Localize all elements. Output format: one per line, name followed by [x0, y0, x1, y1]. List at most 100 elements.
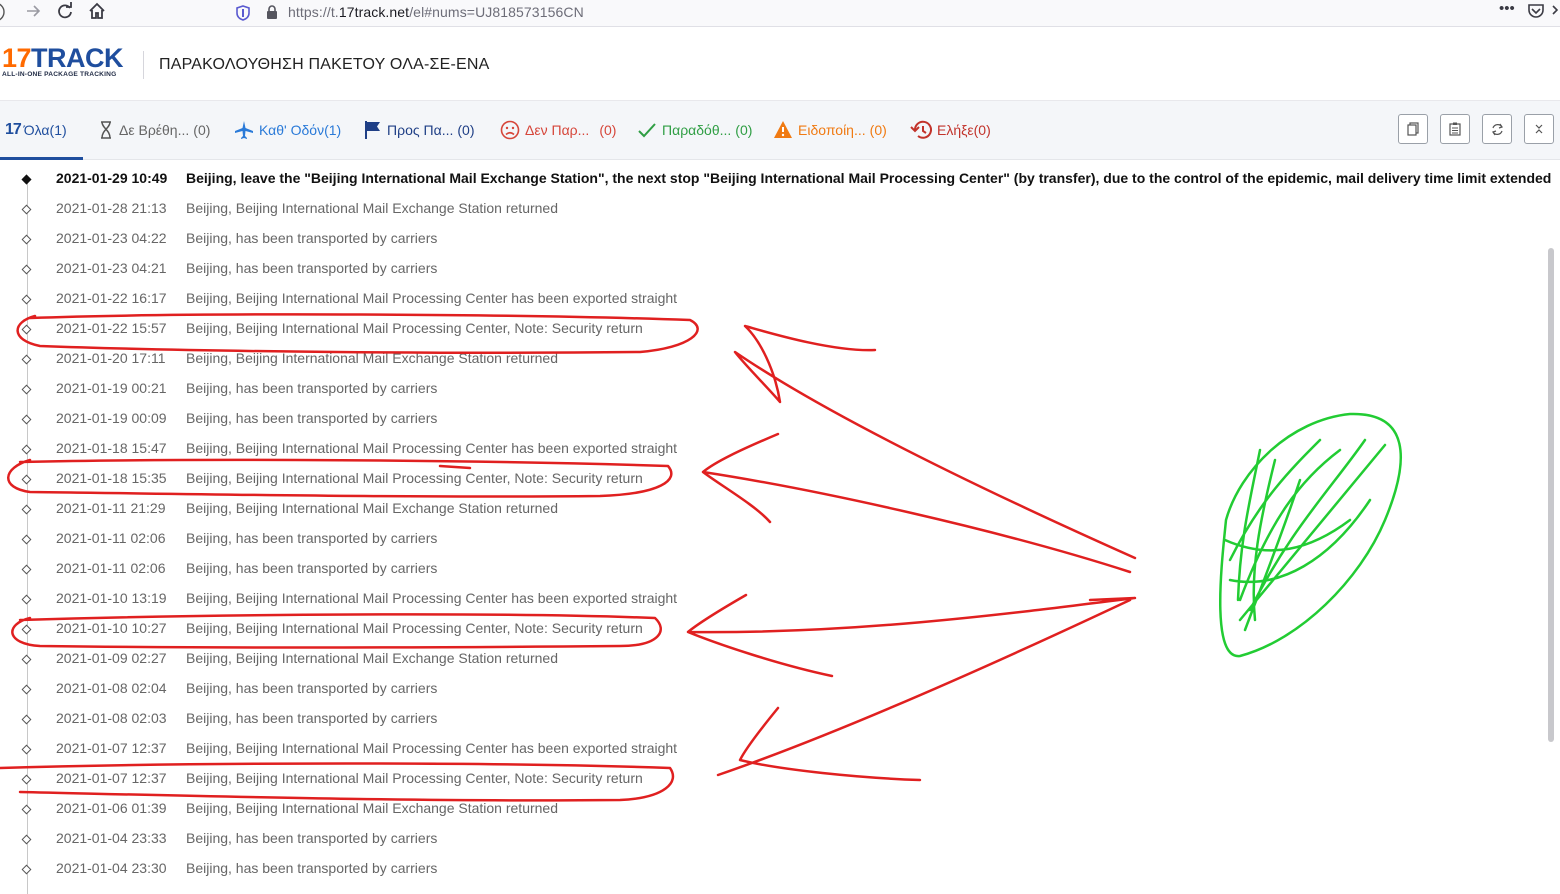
event-description: Beijing, has been transported by carrier… — [186, 560, 438, 576]
lock-icon[interactable] — [266, 5, 278, 20]
tab-alert[interactable]: Ειδοποίη... (0) — [773, 119, 887, 141]
timeline-dot-icon — [21, 354, 32, 365]
event-time: 2021-01-07 12:37 — [56, 770, 167, 786]
tab-expired[interactable]: Ελήξε (0) — [910, 119, 991, 141]
tab-not-found[interactable]: Δε Βρέθη... (0) — [98, 119, 210, 141]
scrollbar-thumb[interactable] — [1548, 248, 1554, 742]
tab-undelivered[interactable]: Δεν Παρ... (0) — [500, 119, 616, 141]
tab-in-transit[interactable]: Καθ' Οδόν (1) — [234, 119, 341, 141]
timeline-event: 2021-01-10 13:19 Beijing, Beijing Interna… — [0, 585, 1540, 615]
event-time: 2021-01-28 21:13 — [56, 200, 167, 216]
overflow-icon[interactable] — [1551, 2, 1560, 24]
event-description: Beijing, has been transported by carrier… — [186, 260, 438, 276]
app-header: 17TRACK ALL-IN-ONE PACKAGE TRACKING ΠΑΡΑ… — [0, 27, 1560, 101]
event-time: 2021-01-29 10:49 — [56, 170, 168, 186]
timeline-event: 2021-01-28 21:13 Beijing, Beijing Interna… — [0, 195, 1540, 225]
event-description: Beijing, has been transported by carrier… — [186, 830, 438, 846]
timeline-dot-icon — [21, 864, 32, 875]
browser-toolbar: https://t.17track.net/el#nums=UJ81857315… — [0, 0, 1560, 27]
timeline-event: 2021-01-06 01:39 Beijing, Beijing Interna… — [0, 795, 1540, 825]
reload-icon[interactable] — [54, 2, 76, 24]
event-time: 2021-01-19 00:09 — [56, 410, 167, 426]
pocket-icon[interactable] — [1527, 2, 1545, 24]
refresh-icon — [1491, 123, 1503, 135]
event-time: 2021-01-06 01:39 — [56, 800, 167, 816]
timeline-dot-icon — [21, 594, 32, 605]
collapse-button[interactable] — [1524, 114, 1554, 144]
event-description: Beijing, Beijing International Mail Exch… — [186, 350, 559, 366]
timeline-event: 2021-01-19 00:09 Beijing, has been transp… — [0, 405, 1540, 435]
event-time: 2021-01-04 23:30 — [56, 860, 167, 876]
address-bar[interactable]: https://t.17track.net/el#nums=UJ81857315… — [228, 0, 1488, 26]
event-description: Beijing, Beijing International Mail Proc… — [186, 320, 643, 336]
flag-icon — [365, 121, 380, 139]
event-time: 2021-01-07 12:37 — [56, 740, 167, 756]
paste-icon — [1449, 122, 1461, 136]
event-time: 2021-01-10 10:27 — [56, 620, 167, 636]
shield-icon[interactable] — [236, 5, 250, 21]
event-time: 2021-01-08 02:04 — [56, 680, 167, 696]
event-time: 2021-01-04 23:33 — [56, 830, 167, 846]
timeline-event: 2021-01-08 02:04 Beijing, has been transp… — [0, 675, 1540, 705]
timeline-dot-icon — [21, 324, 32, 335]
refresh-button[interactable] — [1482, 114, 1512, 144]
event-time: 2021-01-22 16:17 — [56, 290, 167, 306]
home-icon[interactable] — [86, 2, 108, 24]
timeline-event: 2021-01-20 17:11 Beijing, Beijing Interna… — [0, 345, 1540, 375]
event-time: 2021-01-19 00:21 — [56, 380, 167, 396]
event-description: Beijing, Beijing International Mail Proc… — [186, 770, 643, 786]
timeline-event: 2021-01-23 04:21 Beijing, has been transp… — [0, 255, 1540, 285]
event-time: 2021-01-10 13:19 — [56, 590, 167, 606]
timeline-dot-icon — [21, 204, 32, 215]
event-description: Beijing, has been transported by carrier… — [186, 530, 438, 546]
event-time: 2021-01-08 02:03 — [56, 710, 167, 726]
event-description: Beijing, Beijing International Mail Proc… — [186, 440, 678, 456]
timeline-event: 2021-01-19 00:21 Beijing, has been transp… — [0, 375, 1540, 405]
timeline-event: 2021-01-04 23:30 Beijing, has been transp… — [0, 855, 1540, 885]
event-time: 2021-01-09 02:27 — [56, 650, 167, 666]
timeline-dot-icon — [21, 504, 32, 515]
tab-all[interactable]: 17 Όλα (1) — [5, 119, 67, 141]
timeline-dot-icon — [21, 294, 32, 305]
copy-button[interactable] — [1398, 114, 1428, 144]
event-description: Beijing, has been transported by carrier… — [186, 860, 438, 876]
timeline-dot-icon — [21, 714, 32, 725]
timeline-event: 2021-01-11 02:06 Beijing, has been transp… — [0, 555, 1540, 585]
warning-icon — [774, 121, 792, 138]
timeline-dot-icon — [21, 534, 32, 545]
tab-delivered[interactable]: Παραδόθ... (0) — [637, 119, 752, 141]
event-time: 2021-01-11 02:06 — [56, 560, 166, 576]
timeline-dot-icon — [21, 834, 32, 845]
event-description: Beijing, has been transported by carrier… — [186, 680, 438, 696]
event-time: 2021-01-22 15:57 — [56, 320, 167, 336]
event-description: Beijing, Beijing International Mail Proc… — [186, 740, 678, 756]
timeline-dot-icon — [21, 654, 32, 665]
timeline-dot-icon — [21, 474, 32, 485]
17track-logo[interactable]: 17TRACK ALL-IN-ONE PACKAGE TRACKING — [2, 45, 124, 79]
sad-face-icon — [500, 120, 520, 140]
filter-tabs: 17 Όλα (1) Δε Βρέθη... (0) Καθ' Οδόν (1) Πρ… — [0, 101, 1560, 160]
back-icon[interactable] — [0, 2, 14, 24]
tab-pickup[interactable]: Προς Πα... (0) — [364, 119, 475, 141]
timeline-dot-icon — [21, 174, 32, 185]
airplane-icon — [235, 121, 253, 139]
forward-icon[interactable] — [22, 2, 44, 24]
timeline-dot-icon — [21, 384, 32, 395]
timeline-dot-icon — [21, 414, 32, 425]
event-time: 2021-01-18 15:35 — [56, 470, 167, 486]
page-actions-button[interactable]: ••• — [1499, 0, 1515, 17]
event-description: Beijing, has been transported by carrier… — [186, 230, 438, 246]
timeline-event: 2021-01-23 04:22 Beijing, has been transp… — [0, 225, 1540, 255]
event-time: 2021-01-23 04:21 — [56, 260, 167, 276]
event-description: Beijing, has been transported by carrier… — [186, 410, 438, 426]
header-divider — [143, 51, 144, 79]
event-time: 2021-01-18 15:47 — [56, 440, 167, 456]
paste-button[interactable] — [1440, 114, 1470, 144]
event-description: Beijing, Beijing International Mail Exch… — [186, 650, 559, 666]
timeline-event: 2021-01-29 10:49 Beijing, leave the "Beij… — [0, 165, 1551, 195]
page-title: ΠΑΡΑΚΟΛΟΥΘΗΣΗ ΠΑΚΕΤΟΥ ΟΛΑ-ΣΕ-ΕΝΑ — [159, 56, 490, 73]
url-text: https://t.17track.net/el#nums=UJ81857315… — [288, 4, 584, 20]
event-description: Beijing, Beijing International Mail Proc… — [186, 290, 678, 306]
history-icon — [910, 120, 932, 139]
timeline-dot-icon — [21, 444, 32, 455]
